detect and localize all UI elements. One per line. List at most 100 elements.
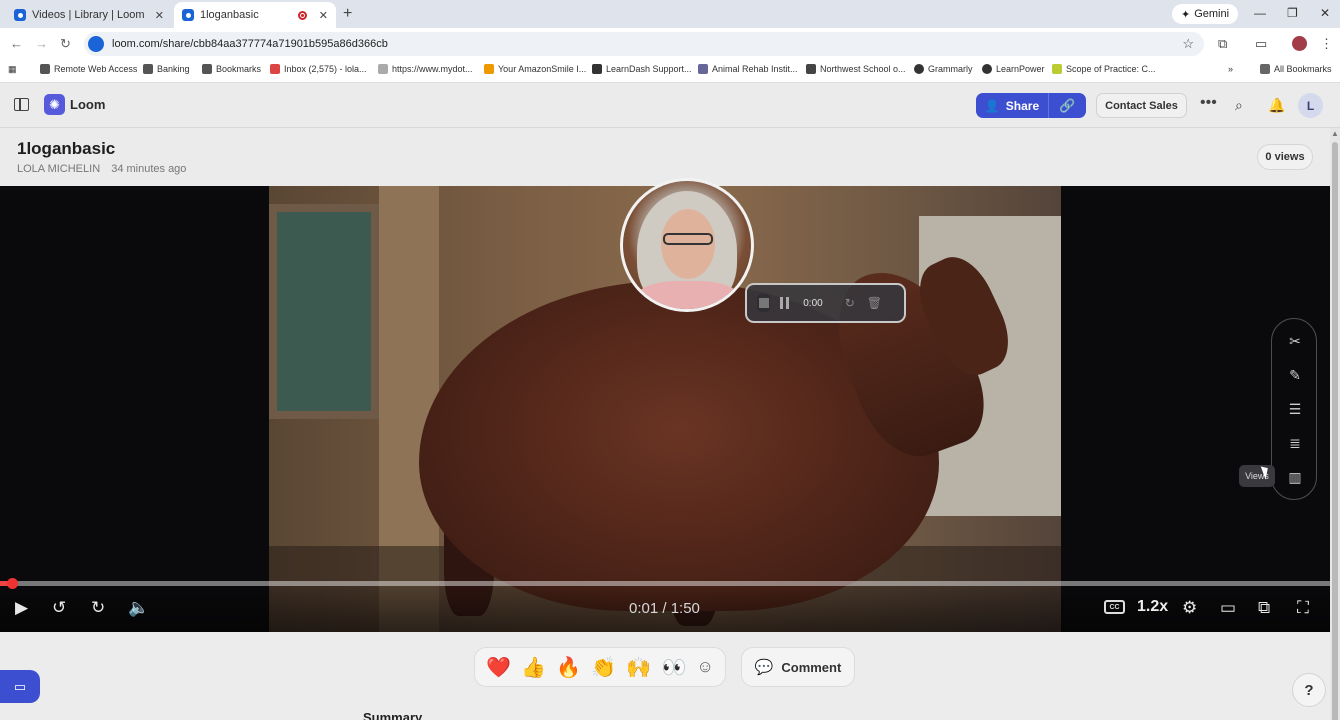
gemini-sparkle-icon: ✦ — [1181, 8, 1191, 21]
bookmark-item[interactable]: LearnDash Support... — [592, 64, 692, 74]
comment-button[interactable]: 💬 Comment — [741, 647, 855, 687]
settings-gear-icon[interactable]: ⚙ — [1182, 598, 1197, 618]
browser-profile-avatar[interactable] — [1292, 36, 1307, 51]
site-info-icon[interactable] — [88, 36, 104, 52]
camera-bubble-shirt — [633, 281, 743, 309]
gemini-button[interactable]: ✦ Gemini — [1172, 4, 1239, 24]
all-bookmarks-folder[interactable]: All Bookmarks — [1260, 64, 1332, 74]
loom-header: ✺ Loom 👤 Share 🔗 Contact Sales ••• ⌕ 🔔 L — [0, 84, 1340, 128]
bookmark-item[interactable]: Inbox (2,575) - lola... — [270, 64, 367, 74]
chart-icon — [592, 64, 602, 74]
views-analytics-icon[interactable]: ▥ — [1272, 469, 1318, 486]
restore-window-icon[interactable]: ❐ — [1287, 6, 1298, 20]
copy-link-icon[interactable]: 🔗 — [1049, 98, 1086, 114]
close-window-icon[interactable]: ✕ — [1320, 6, 1330, 20]
grammarly-icon — [914, 64, 924, 74]
close-tab-icon[interactable]: ✕ — [155, 9, 164, 22]
tab-title: 1loganbasic — [200, 9, 259, 21]
rewind-5-icon[interactable]: ↺ — [52, 598, 66, 618]
share-label: Share — [1005, 98, 1040, 113]
reaction-heart[interactable]: ❤️ — [486, 655, 511, 680]
closed-captions-button[interactable]: CC — [1104, 600, 1125, 614]
comments-icon[interactable]: ☰ — [1272, 401, 1318, 418]
minimize-window-icon[interactable]: — — [1254, 6, 1266, 20]
pause-recording-button[interactable] — [780, 297, 790, 309]
new-tab-button[interactable]: + — [343, 5, 352, 23]
more-options-icon[interactable]: ••• — [1200, 94, 1217, 112]
scope-icon — [1052, 64, 1062, 74]
search-icon[interactable]: ⌕ — [1235, 97, 1243, 114]
reaction-clap[interactable]: 👏 — [591, 655, 616, 680]
bookmark-item[interactable]: LearnPower — [982, 64, 1045, 74]
progress-scrubber[interactable] — [7, 578, 18, 589]
restart-recording-icon[interactable]: ↻ — [845, 296, 855, 310]
tab-videos-library[interactable]: Videos | Library | Loom ✕ — [6, 2, 172, 28]
bookmark-item[interactable]: Bookmarks — [202, 64, 261, 74]
camera-bubble[interactable] — [620, 178, 754, 312]
more-bookmarks-chevron-icon[interactable]: » — [1228, 64, 1233, 74]
bookmark-item[interactable]: Scope of Practice: C... — [1052, 64, 1156, 74]
edit-pencil-icon[interactable]: ✎ — [1272, 367, 1318, 384]
user-avatar[interactable]: L — [1298, 93, 1323, 118]
record-video-button[interactable]: ▭ — [0, 670, 40, 703]
progress-bar[interactable] — [0, 578, 1330, 589]
loom-brand-name: Loom — [70, 97, 106, 112]
help-button[interactable]: ? — [1292, 673, 1326, 707]
apps-grid-icon[interactable]: ▦ — [8, 64, 17, 75]
add-reaction-icon[interactable]: ☺ — [697, 657, 714, 677]
contact-sales-button[interactable]: Contact Sales — [1096, 93, 1187, 118]
bookmark-item[interactable]: Banking — [143, 64, 190, 74]
reaction-fire[interactable]: 🔥 — [556, 655, 581, 680]
back-arrow-icon[interactable]: ← — [10, 36, 23, 51]
close-tab-icon[interactable]: ✕ — [319, 9, 328, 22]
trim-scissors-icon[interactable]: ✂ — [1272, 333, 1318, 350]
camera-bubble-glasses — [663, 233, 713, 245]
bookmark-item[interactable]: Grammarly — [914, 64, 973, 74]
bookmark-star-icon[interactable]: ☆ — [1182, 36, 1194, 52]
chapters-list-icon[interactable]: ≣ — [1272, 435, 1318, 452]
url-omnibox[interactable]: loom.com/share/cbb84aa377774a71901b595a8… — [84, 32, 1204, 56]
bookmark-item[interactable]: Northwest School o... — [806, 64, 906, 74]
forward-arrow-icon[interactable]: → — [35, 36, 48, 51]
recording-controls: 0:00 ↻ 🗑 — [745, 283, 906, 323]
forward-5-icon[interactable]: ↻ — [91, 598, 105, 618]
scrollbar-thumb[interactable] — [1332, 142, 1338, 720]
reaction-raised-hands[interactable]: 🙌 — [626, 655, 651, 680]
browser-menu-kebab-icon[interactable]: ⋮ — [1320, 36, 1333, 52]
bookmark-item[interactable]: Remote Web Access — [40, 64, 137, 74]
scroll-up-arrow-icon[interactable]: ▲ — [1331, 129, 1339, 138]
fullscreen-icon[interactable]: ⛶ — [1297, 598, 1309, 618]
bookmark-item[interactable]: Animal Rehab Instit... — [698, 64, 798, 74]
notification-bell-icon[interactable]: 🔔 — [1268, 97, 1285, 114]
gmail-icon — [270, 64, 280, 74]
playback-speed-button[interactable]: 1.2x — [1137, 598, 1168, 616]
reaction-thumbs-up[interactable]: 👍 — [521, 655, 546, 680]
video-title[interactable]: 1loganbasic — [17, 139, 115, 159]
sidebar-toggle-icon[interactable] — [14, 98, 29, 111]
amazon-icon — [484, 64, 494, 74]
picture-in-picture-icon[interactable]: ⧉ — [1258, 598, 1270, 618]
loom-logo-icon[interactable]: ✺ — [44, 94, 65, 115]
reload-icon[interactable]: ↻ — [60, 36, 71, 52]
reaction-eyes[interactable]: 👀 — [661, 655, 686, 680]
bookmark-item[interactable]: Your AmazonSmile I... — [484, 64, 586, 74]
media-cast-icon[interactable]: ▭ — [1255, 36, 1267, 52]
comment-bubble-icon: 💬 — [754, 659, 774, 676]
recording-indicator-icon — [297, 10, 307, 20]
delete-recording-icon[interactable]: 🗑 — [867, 296, 882, 310]
video-meta: LOLA MICHELIN 34 minutes ago — [17, 163, 194, 175]
bookmark-item[interactable]: https://www.mydot... — [378, 64, 473, 74]
url-text[interactable]: loom.com/share/cbb84aa377774a71901b595a8… — [112, 38, 388, 50]
theater-mode-icon[interactable]: ▭ — [1220, 598, 1236, 618]
tab-1loganbasic[interactable]: 1loganbasic ✕ — [174, 2, 336, 28]
video-posted-time: 34 minutes ago — [111, 163, 187, 175]
video-camera-icon: ▭ — [13, 678, 27, 694]
extensions-puzzle-icon[interactable]: ⧉ — [1218, 36, 1227, 52]
stop-recording-button[interactable] — [757, 294, 771, 312]
play-icon[interactable]: ▶ — [15, 598, 28, 618]
share-button[interactable]: 👤 Share 🔗 — [976, 93, 1086, 118]
views-count-button[interactable]: 0 views — [1257, 144, 1313, 170]
folder-icon — [1260, 64, 1270, 74]
volume-icon[interactable]: 🔈 — [128, 598, 149, 618]
page-scrollbar[interactable]: ▲ — [1330, 128, 1340, 720]
